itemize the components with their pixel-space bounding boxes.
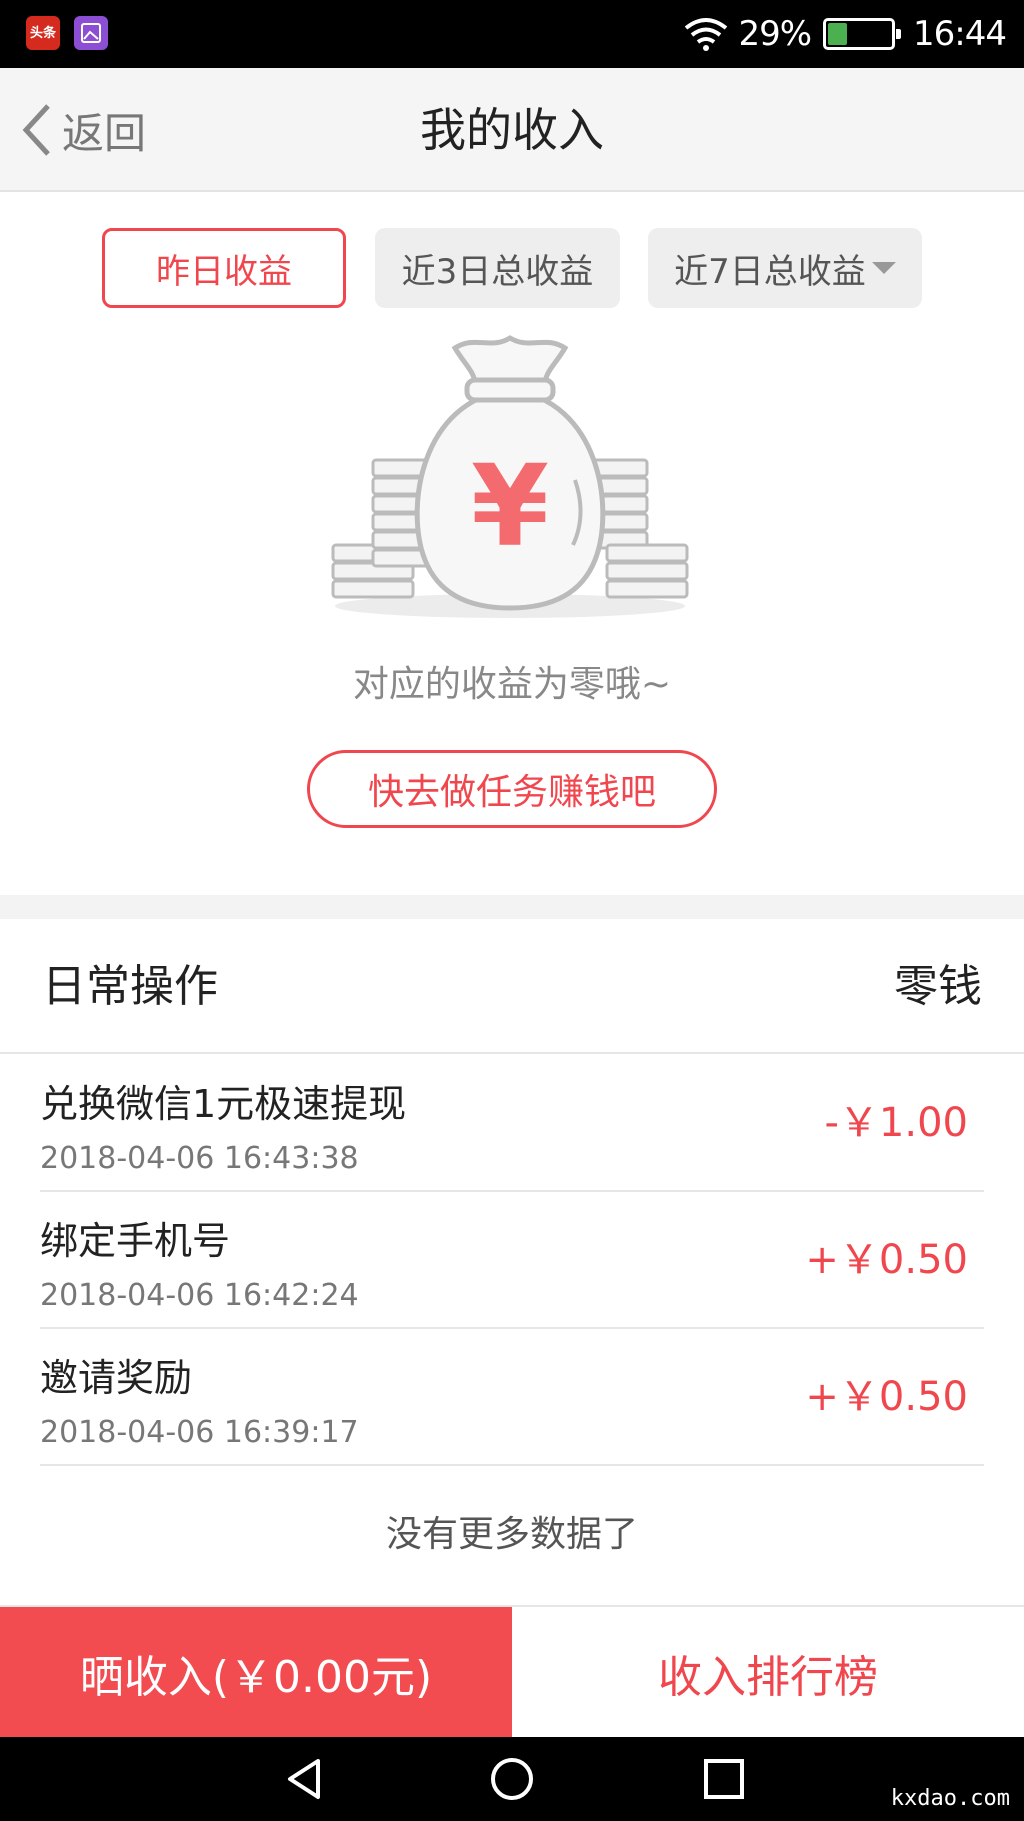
section-divider (0, 895, 1024, 919)
yuan-symbol: ¥ (471, 442, 549, 572)
nav-recents-icon[interactable] (700, 1755, 748, 1803)
do-tasks-label: 快去做任务赚钱吧 (367, 772, 656, 813)
record-title: 兑换微信1元极速提现 (40, 1082, 407, 1126)
tab-3-days[interactable]: 近3日总收益 (375, 228, 620, 308)
toutiao-app-icon: 头条 (26, 16, 60, 50)
record-time: 2018-04-06 16:39:17 (40, 1415, 359, 1450)
system-nav-bar: kxdao.com (0, 1737, 1024, 1821)
tab-label: 昨日收益 (156, 251, 292, 292)
watermark: kxdao.com (890, 1786, 1010, 1811)
empty-message: 对应的收益为零哦~ (352, 664, 672, 705)
wifi-icon (685, 18, 728, 51)
record-amount: -￥1.00 (824, 1100, 969, 1146)
clock: 16:44 (913, 14, 1007, 54)
list-title: 日常操作 (42, 961, 218, 1012)
money-bag-icon: ¥ (331, 335, 689, 618)
period-tabs: 昨日收益 近3日总收益 近7日总收益 (0, 228, 1024, 308)
list-item[interactable]: 绑定手机号 2018-04-06 16:42:24 +￥0.50 (40, 1192, 984, 1329)
no-more-data: 没有更多数据了 (385, 1514, 638, 1555)
list-balance-label: 零钱 (894, 961, 982, 1012)
record-title: 邀请奖励 (40, 1356, 193, 1400)
record-amount: +￥0.50 (805, 1237, 968, 1283)
nav-header: 返回 我的收入 (0, 68, 1024, 192)
list-item[interactable]: 邀请奖励 2018-04-06 16:39:17 +￥0.50 (40, 1329, 984, 1466)
tab-label: 近7日总收益 (674, 251, 866, 292)
app-icon-text: 头条 (29, 25, 56, 41)
tab-yesterday[interactable]: 昨日收益 (102, 228, 346, 308)
record-amount: +￥0.50 (805, 1374, 968, 1420)
battery-icon (823, 18, 902, 50)
record-time: 2018-04-06 16:43:38 (40, 1141, 359, 1176)
tab-label: 近3日总收益 (401, 251, 594, 292)
nav-home-icon[interactable] (488, 1755, 536, 1803)
record-time: 2018-04-06 16:42:24 (40, 1278, 359, 1313)
battery-percent: 29% (738, 14, 812, 54)
income-ranking-label: 收入排行榜 (658, 1652, 878, 1703)
page-title: 我的收入 (420, 103, 604, 157)
status-bar: 头条 29% 16:44 (0, 0, 1024, 68)
transaction-list: 兑换微信1元极速提现 2018-04-06 16:43:38 -￥1.00 绑定… (40, 1055, 984, 1466)
image-icon (81, 23, 101, 43)
list-header: 日常操作 零钱 (0, 919, 1024, 1054)
income-ranking-button[interactable]: 收入排行榜 (512, 1607, 1024, 1739)
share-income-button[interactable]: 晒收入(￥0.00元) (0, 1607, 512, 1739)
gallery-app-icon (74, 16, 108, 50)
share-income-label: 晒收入(￥0.00元) (79, 1652, 433, 1703)
status-notifications: 头条 (26, 16, 108, 50)
tab-7-days[interactable]: 近7日总收益 (648, 228, 922, 308)
caret-down-icon (871, 262, 896, 274)
nav-back-icon[interactable] (280, 1755, 328, 1803)
status-indicators: 29% 16:44 (682, 0, 1007, 68)
battery-fill (828, 23, 848, 45)
record-title: 绑定手机号 (40, 1219, 231, 1263)
do-tasks-button[interactable]: 快去做任务赚钱吧 (307, 750, 717, 828)
bottom-action-bar: 晒收入(￥0.00元) 收入排行榜 (0, 1605, 1024, 1739)
list-item[interactable]: 兑换微信1元极速提现 2018-04-06 16:43:38 -￥1.00 (40, 1055, 984, 1192)
